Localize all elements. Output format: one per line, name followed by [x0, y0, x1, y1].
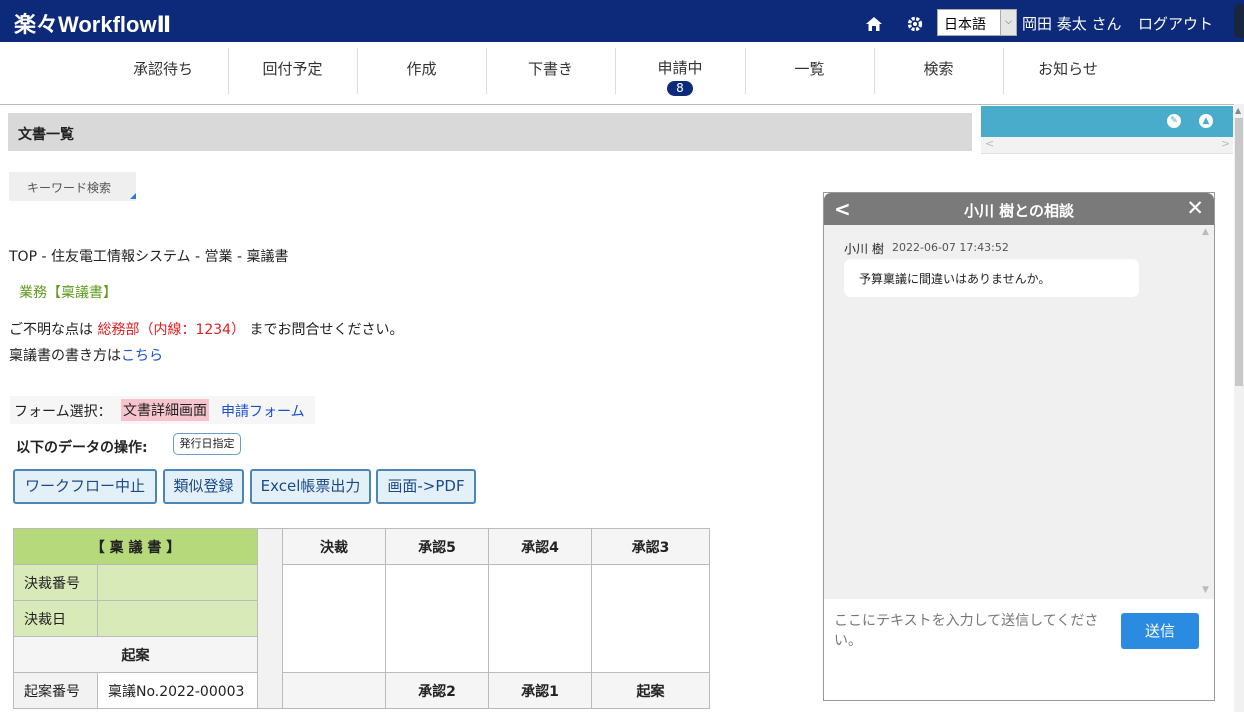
form-option-detail[interactable]: 文書詳細画面 [121, 399, 209, 421]
approval-stamp-cell [488, 564, 592, 673]
language-value: 日本語 [944, 17, 986, 33]
chat-message-area: 小川 樹 2022-06-07 17:43:52 予算稟議に間違いはありませんか… [824, 225, 1214, 599]
draft-no-value: 稟議No.2022-00003 [97, 672, 258, 709]
approval-header: 承認2 [385, 672, 489, 709]
scroll-up-icon[interactable]: ▲ [1202, 227, 1209, 237]
approval-stamp-cell [282, 564, 386, 673]
nav-item-search[interactable]: 検索 [874, 42, 1003, 94]
howto-link[interactable]: こちら [121, 348, 163, 364]
message-text: 予算稟議に間違いはありませんか。 [859, 272, 1051, 286]
collapse-icon[interactable]: ▲ [1199, 114, 1213, 128]
app-header: 楽々WorkflowⅡ 日本語 ⌵ 岡田 奏太 さん ログアウト [0, 0, 1244, 42]
window-edge [1234, 4, 1244, 38]
pin-icon[interactable]: ✎ [1167, 114, 1181, 128]
document-table: 【 稟 議 書 】 決裁 承認5 承認4 承認3 決裁番号 決裁日 起案 起案番… [13, 528, 710, 709]
message-time: 2022-06-07 17:43:52 [892, 241, 1009, 254]
chat-header: < 小川 樹との相談 ✕ [824, 193, 1214, 225]
language-select[interactable]: 日本語 ⌵ [937, 9, 1017, 36]
contact-department: 総務部（内線：1234） [97, 322, 246, 338]
message-author: 小川 樹 [844, 242, 884, 256]
approval-stamp-cell [385, 564, 489, 673]
chevron-down-icon: ⌵ [1000, 10, 1016, 35]
similar-register-button[interactable]: 類似登録 [163, 469, 244, 504]
breadcrumb: TOP - 住友電工情報システム - 営業 - 稟議書 [9, 249, 289, 265]
scroll-left-icon[interactable]: < [985, 137, 994, 150]
main-nav: 承認待ち 回付予定 作成 下書き 申請中 8 一覧 検索 お知らせ [0, 42, 1244, 105]
side-panel-scrollbar[interactable]: < > [981, 137, 1233, 154]
contact-note: ご不明な点は 総務部（内線：1234） までお問合せください。 [9, 322, 404, 338]
nav-item-in-progress[interactable]: 申請中 8 [615, 42, 745, 96]
draft-no-label: 起案番号 [13, 672, 98, 709]
send-button[interactable]: 送信 [1121, 613, 1199, 649]
home-icon[interactable] [865, 15, 883, 33]
scroll-up-icon[interactable]: ▲ [1235, 106, 1241, 115]
decision-date-label: 決裁日 [13, 600, 98, 637]
page-title: 文書一覧 [18, 127, 74, 143]
page-scrollbar[interactable]: ▲ [1234, 104, 1244, 712]
nav-item-create[interactable]: 作成 [357, 42, 486, 94]
scrollbar-thumb[interactable] [1235, 118, 1243, 386]
chat-scrollbar[interactable]: ▲ ▼ [1199, 225, 1214, 599]
approval-stamp-cell [591, 564, 710, 673]
approval-header: 承認1 [488, 672, 592, 709]
section-header: 文書一覧 [8, 113, 972, 151]
form-option-application[interactable]: 申請フォーム [221, 401, 305, 421]
scroll-right-icon[interactable]: > [1221, 137, 1230, 150]
approval-header: 承認3 [591, 528, 710, 565]
breadcrumb-current: 稟議書 [246, 249, 289, 265]
approval-header [282, 672, 386, 709]
close-icon[interactable]: ✕ [1186, 196, 1204, 220]
howto-note: 稟議書の書き方はこちら [9, 348, 163, 364]
nav-item-circulation[interactable]: 回付予定 [228, 42, 357, 94]
message-bubble: 予算稟議に間違いはありませんか。 [844, 259, 1139, 297]
draft-section-header: 起案 [13, 636, 258, 673]
approval-header: 決裁 [282, 528, 386, 565]
nav-item-drafts[interactable]: 下書き [486, 42, 615, 94]
stop-workflow-button[interactable]: ワークフロー中止 [13, 469, 157, 504]
corner-marker-icon [130, 193, 136, 199]
date-spec-button[interactable]: 発行日指定 [173, 433, 241, 455]
screen-to-pdf-button[interactable]: 画面->PDF [376, 469, 476, 504]
chat-title: 小川 樹との相談 [963, 202, 1075, 220]
decision-no-value [97, 564, 258, 601]
table-spacer [257, 528, 283, 709]
nav-item-list[interactable]: 一覧 [745, 42, 874, 94]
operations-label: 以下のデータの操作: [16, 440, 148, 456]
chat-message-input[interactable]: ここにテキストを入力して送信してください。 [834, 611, 1114, 659]
user-name: 岡田 奏太 さん [1022, 15, 1122, 33]
consultation-chat-panel: < 小川 樹との相談 ✕ 小川 樹 2022-06-07 17:43:52 予算… [823, 192, 1215, 701]
decision-date-value [97, 600, 258, 637]
approval-header: 承認4 [488, 528, 592, 565]
keyword-search-button[interactable]: キーワード検索 [9, 172, 136, 201]
decision-no-label: 決裁番号 [13, 564, 98, 601]
form-selector: フォーム選択： 文書詳細画面 申請フォーム [10, 396, 315, 424]
approval-header: 承認5 [385, 528, 489, 565]
nav-item-notices[interactable]: お知らせ [1003, 42, 1133, 94]
excel-export-button[interactable]: Excel帳票出力 [250, 469, 371, 504]
logout-link[interactable]: ログアウト [1138, 13, 1213, 34]
document-title: 【 稟 議 書 】 [13, 528, 258, 565]
in-progress-count-badge: 8 [667, 81, 693, 96]
nav-item-approval-pending[interactable]: 承認待ち [98, 42, 228, 94]
app-logo[interactable]: 楽々WorkflowⅡ [14, 7, 171, 39]
gear-icon[interactable] [906, 15, 924, 33]
approval-header: 起案 [591, 672, 710, 709]
side-panel-bar: ✎ ▲ [981, 106, 1233, 137]
category-label: 業務【稟議書】 [19, 285, 117, 301]
scroll-down-icon[interactable]: ▼ [1202, 585, 1209, 595]
